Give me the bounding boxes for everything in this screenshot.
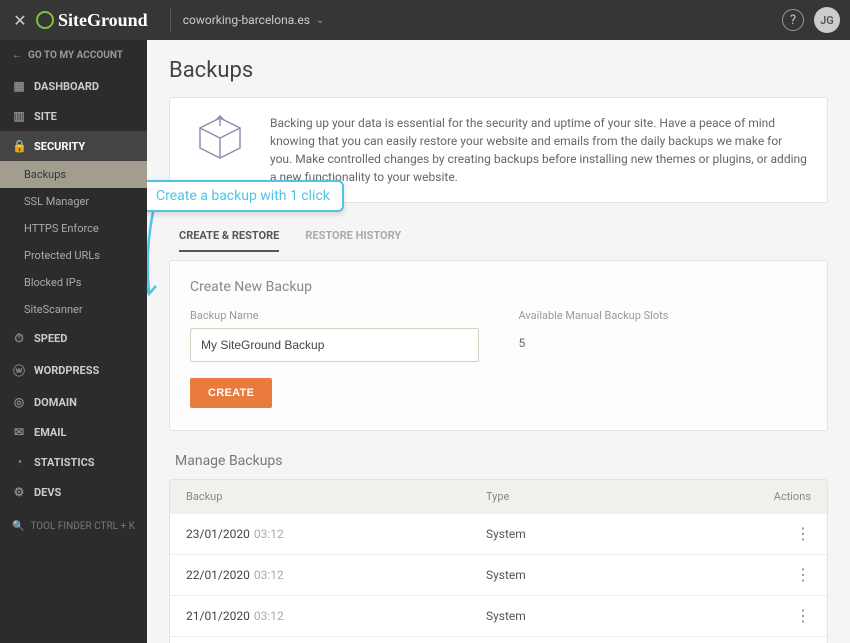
table-row: 23/01/2020 03:12 System ⋮ bbox=[170, 513, 827, 554]
topbar: ✕ SiteGround coworking-barcelona.es ⌄ ? … bbox=[0, 0, 850, 40]
backup-time: 03:12 bbox=[254, 609, 284, 623]
col-header-type: Type bbox=[486, 490, 751, 503]
table-row: 21/01/2020 03:12 System ⋮ bbox=[170, 595, 827, 636]
sub-https-enforce[interactable]: HTTPS Enforce bbox=[0, 215, 147, 242]
tabs: CREATE & RESTORE RESTORE HISTORY bbox=[179, 221, 828, 252]
panel-title: Create New Backup bbox=[190, 279, 807, 295]
kebab-icon[interactable]: ⋮ bbox=[795, 606, 811, 625]
chevron-down-icon: ⌄ bbox=[316, 15, 324, 26]
nav-site[interactable]: ▥ SITE bbox=[0, 101, 147, 131]
backup-time: 03:12 bbox=[254, 568, 284, 582]
sub-protected-urls[interactable]: Protected URLs bbox=[0, 242, 147, 269]
tab-restore-history[interactable]: RESTORE HISTORY bbox=[305, 221, 401, 252]
nav-label: DEVS bbox=[34, 486, 61, 499]
nav-speed[interactable]: ⏱ SPEED bbox=[0, 323, 147, 354]
page-title: Backups bbox=[169, 58, 828, 83]
nav-label: STATISTICS bbox=[34, 456, 95, 469]
sidebar: ← GO TO MY ACCOUNT ▦ DASHBOARD ▥ SITE 🔒 … bbox=[0, 40, 147, 643]
sub-backups[interactable]: Backups bbox=[0, 161, 147, 188]
nav-label: SPEED bbox=[34, 332, 67, 345]
nav-label: EMAIL bbox=[34, 426, 66, 439]
backup-name-label: Backup Name bbox=[190, 309, 479, 322]
backups-table: Backup Type Actions 23/01/2020 03:12 Syste… bbox=[169, 479, 828, 643]
tool-finder-label: TOOL FINDER CTRL + K bbox=[30, 521, 135, 532]
nav-label: SECURITY bbox=[34, 140, 85, 153]
nav-dashboard[interactable]: ▦ DASHBOARD bbox=[0, 71, 147, 101]
slots-label: Available Manual Backup Slots bbox=[519, 309, 808, 322]
tool-finder[interactable]: 🔍 TOOL FINDER CTRL + K bbox=[0, 507, 147, 546]
col-header-backup: Backup bbox=[186, 490, 486, 503]
wordpress-icon: ⓦ bbox=[12, 362, 26, 379]
tab-create-restore[interactable]: CREATE & RESTORE bbox=[179, 221, 279, 252]
manage-title: Manage Backups bbox=[175, 453, 828, 469]
domain-icon: ◎ bbox=[12, 395, 26, 409]
create-button[interactable]: CREATE bbox=[190, 378, 272, 408]
nav-label: SITE bbox=[34, 110, 57, 123]
create-backup-panel: Create New Backup Backup Name Available … bbox=[169, 260, 828, 431]
backup-name-input[interactable] bbox=[190, 328, 479, 362]
nav-security[interactable]: 🔒 SECURITY bbox=[0, 131, 147, 161]
backup-date: 21/01/2020 bbox=[186, 609, 250, 623]
back-label: GO TO MY ACCOUNT bbox=[28, 50, 123, 61]
table-header: Backup Type Actions bbox=[170, 480, 827, 513]
kebab-icon[interactable]: ⋮ bbox=[795, 524, 811, 543]
callout-arrow-icon bbox=[147, 212, 173, 302]
nav-wordpress[interactable]: ⓦ WORDPRESS bbox=[0, 354, 147, 387]
backup-type: System bbox=[486, 609, 751, 623]
table-row: 22/01/2020 03:12 System ⋮ bbox=[170, 554, 827, 595]
nav-email[interactable]: ✉ EMAIL bbox=[0, 417, 147, 447]
nav-statistics[interactable]: ◔ STATISTICS bbox=[0, 447, 147, 477]
divider bbox=[170, 8, 171, 32]
backup-type: System bbox=[486, 568, 751, 582]
col-header-actions: Actions bbox=[751, 490, 811, 503]
site-selector[interactable]: coworking-barcelona.es ⌄ bbox=[183, 13, 325, 27]
site-icon: ▥ bbox=[12, 109, 26, 123]
brand-text: SiteGround bbox=[58, 10, 148, 31]
search-icon: 🔍 bbox=[12, 521, 24, 532]
kebab-icon[interactable]: ⋮ bbox=[795, 565, 811, 584]
brand-logo[interactable]: SiteGround bbox=[36, 10, 148, 31]
sub-blocked-ips[interactable]: Blocked IPs bbox=[0, 269, 147, 296]
backup-type: System bbox=[486, 527, 751, 541]
devs-icon: ⚙ bbox=[12, 485, 26, 499]
lock-icon: 🔒 bbox=[12, 139, 26, 153]
close-icon[interactable]: ✕ bbox=[10, 11, 30, 30]
nav-label: DASHBOARD bbox=[34, 80, 99, 93]
dashboard-icon: ▦ bbox=[12, 79, 26, 93]
email-icon: ✉ bbox=[12, 425, 26, 439]
speed-icon: ⏱ bbox=[12, 331, 26, 346]
avatar[interactable]: JG bbox=[814, 7, 840, 33]
backup-time: 03:12 bbox=[254, 527, 284, 541]
box-icon bbox=[190, 114, 250, 164]
statistics-icon: ◔ bbox=[12, 455, 26, 469]
nav-label: DOMAIN bbox=[34, 396, 77, 409]
callout-tooltip: Create a backup with 1 click bbox=[147, 180, 344, 212]
sub-sitescanner[interactable]: SiteScanner bbox=[0, 296, 147, 323]
site-name-text: coworking-barcelona.es bbox=[183, 13, 310, 27]
nav-domain[interactable]: ◎ DOMAIN bbox=[0, 387, 147, 417]
backup-date: 23/01/2020 bbox=[186, 527, 250, 541]
help-icon[interactable]: ? bbox=[782, 9, 804, 31]
slots-value: 5 bbox=[519, 328, 808, 350]
table-row: 20/01/202003:12System⋮ bbox=[170, 636, 827, 643]
info-text: Backing up your data is essential for th… bbox=[270, 114, 807, 186]
swirl-icon bbox=[36, 11, 54, 29]
backup-date: 22/01/2020 bbox=[186, 568, 250, 582]
back-to-account[interactable]: ← GO TO MY ACCOUNT bbox=[0, 40, 147, 71]
sub-ssl-manager[interactable]: SSL Manager bbox=[0, 188, 147, 215]
nav-label: WORDPRESS bbox=[34, 364, 99, 377]
arrow-left-icon: ← bbox=[12, 50, 22, 61]
nav-devs[interactable]: ⚙ DEVS bbox=[0, 477, 147, 507]
